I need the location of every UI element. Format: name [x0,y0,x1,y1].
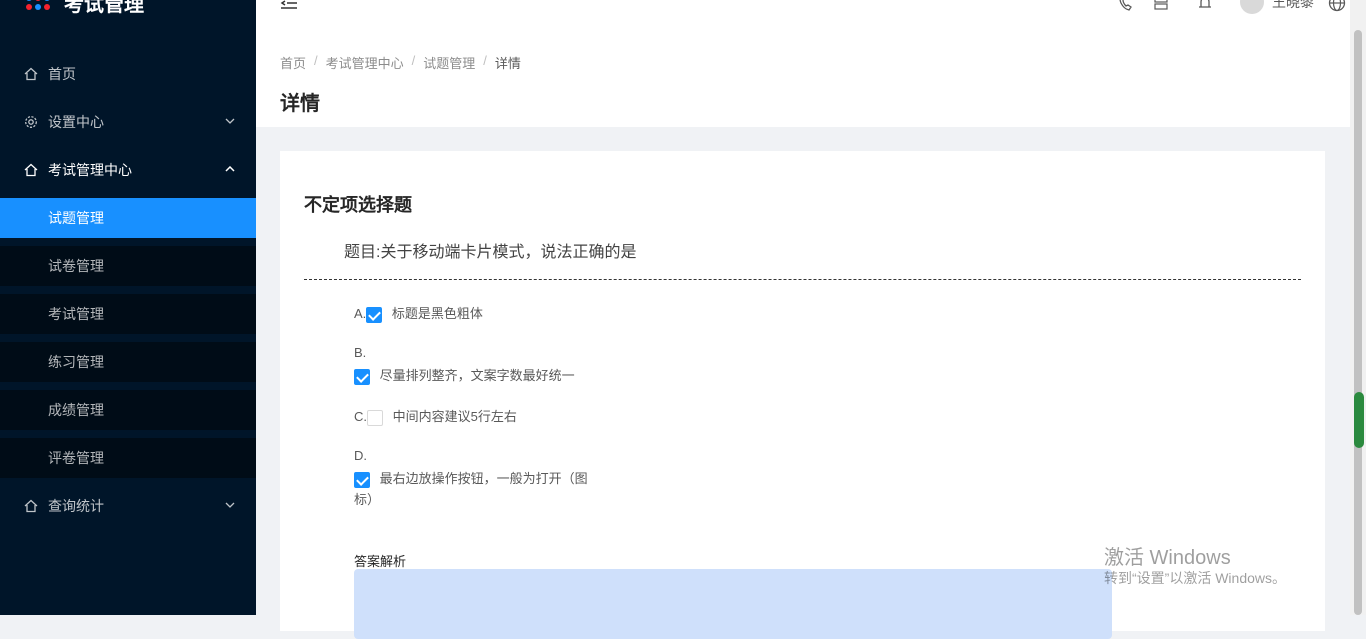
menu-item-home[interactable]: 首页 [0,54,256,94]
scrollbar[interactable] [1350,0,1366,615]
chevron-down-icon [224,115,236,127]
option-text: 标题是黑色粗体 [391,306,483,321]
menu-fold-icon[interactable] [280,0,298,12]
menu-label: 设置中心 [48,114,104,130]
sidebar-item-paper-management[interactable]: 试卷管理 [0,246,256,286]
question-type: 不定项选择题 [304,195,412,215]
gear-icon [24,115,38,129]
option-letter: C. [354,409,367,424]
option-a-checkbox[interactable] [366,306,383,323]
option-b-checkbox[interactable] [354,368,370,385]
option-d: 最右边放操作按钮，一般为打开（图 [354,468,588,488]
username[interactable]: 王晓黎 [1272,0,1314,12]
option-d-text-continued: 标） [354,492,381,507]
chevron-up-icon [224,163,236,175]
top-header: 王晓黎 [256,0,1350,35]
menu-label: 考试管理中心 [48,162,132,178]
option-text: 尽量排列整齐，文案字数最好统一 [379,368,575,383]
breadcrumb: 首页 / 考试管理中心 / 试题管理 / 详情 [280,53,521,72]
breadcrumb-item-exam-center[interactable]: 考试管理中心 [326,53,404,72]
breadcrumb-item-home[interactable]: 首页 [280,53,306,72]
app-grid-icon [26,0,50,10]
windows-activation-hint: 转到“设置”以激活 Windows。 [1104,570,1287,586]
chevron-down-icon [224,499,236,511]
home-icon [24,163,38,177]
home-icon [24,67,38,81]
breadcrumb-item-question-management[interactable]: 试题管理 [423,53,475,72]
sidebar-item-grading-management[interactable]: 评卷管理 [0,438,256,478]
menu-item-settings[interactable]: 设置中心 [0,102,256,142]
sidebar-item-practice-management[interactable]: 练习管理 [0,342,256,382]
windows-activation-watermark: 激活 Windows [1104,547,1231,569]
option-c: C. 中间内容建议5行左右 [354,406,517,426]
option-b: 尽量排列整齐，文案字数最好统一 [354,365,575,385]
sidebar-item-question-management[interactable]: 试题管理 [0,198,256,238]
grid-icon[interactable] [1152,0,1170,12]
sidebar: 考试管理 首页 设置中心 考试管理中心 试题管理 试卷管理 考试管理 练习管理 … [0,0,256,615]
divider [304,279,1301,280]
option-d-letter: D. [354,448,367,463]
scrollbar-grip-icon[interactable] [1354,392,1364,448]
menu-item-exam-center[interactable]: 考试管理中心 [0,150,256,190]
option-c-checkbox[interactable] [367,409,383,426]
option-d-checkbox[interactable] [354,471,370,488]
option-b-letter: B. [354,345,367,360]
page-header: 首页 / 考试管理中心 / 试题管理 / 详情 详情 [256,35,1350,127]
sidebar-item-score-management[interactable]: 成绩管理 [0,390,256,430]
menu-label: 查询统计 [48,498,104,514]
option-text: 中间内容建议5行左右 [392,409,517,424]
menu-item-statistics[interactable]: 查询统计 [0,486,256,526]
phone-icon[interactable] [1116,0,1134,12]
globe-icon[interactable] [1328,0,1346,12]
avatar[interactable] [1240,0,1264,14]
question-text: 题目:关于移动端卡片模式，说法正确的是 [344,244,637,261]
scrollbar-thumb[interactable] [1354,30,1362,615]
app-title: 考试管理 [64,0,144,16]
home-icon [24,499,38,513]
breadcrumb-item-detail: 详情 [494,56,521,71]
bell-icon[interactable] [1196,0,1214,12]
menu-label: 首页 [48,66,76,82]
option-letter: A. [354,306,367,321]
option-a: A. 标题是黑色粗体 [354,303,483,323]
sidebar-item-exam-management[interactable]: 考试管理 [0,294,256,334]
answer-analysis-label: 答案解析 [354,554,407,569]
option-text: 最右边放操作按钮，一般为打开（图 [379,471,588,486]
logo: 考试管理 [26,0,144,18]
answer-analysis-box [354,569,1112,639]
page-title: 详情 [280,93,320,115]
